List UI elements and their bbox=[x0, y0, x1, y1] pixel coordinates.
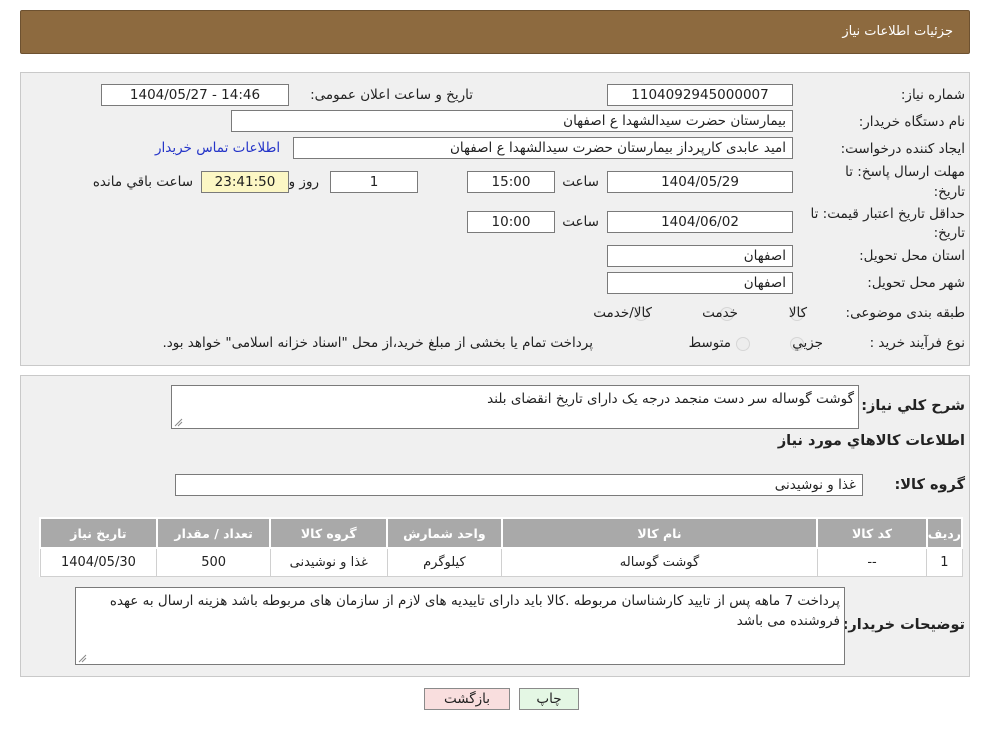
category-label: طبقه بندی موضوعی: bbox=[845, 305, 965, 321]
resize-grip-icon bbox=[174, 418, 183, 427]
announce-field: 1404/05/27 - 14:46 bbox=[101, 84, 289, 106]
cell-unit: کیلوگرم bbox=[386, 547, 503, 577]
col-row-number: رديف bbox=[925, 517, 964, 549]
col-unit: واحد شمارش bbox=[386, 517, 503, 549]
province-label: استان محل تحویل: bbox=[859, 248, 965, 264]
category-goods-label: کالا bbox=[788, 305, 807, 321]
process-minor-label: جزیي bbox=[792, 335, 823, 351]
treasury-note: پرداخت تمام یا بخشی از مبلغ خرید،از محل … bbox=[162, 335, 593, 351]
buyer-org-label: نام دستگاه خریدار: bbox=[858, 114, 965, 130]
col-group: گروه کالا bbox=[269, 517, 389, 549]
deadline-label: مهلت ارسال پاسخ: تا bbox=[845, 164, 965, 180]
description-text: گوشت گوساله سر دست منجمد درجه یک دارای ت… bbox=[487, 391, 854, 407]
validity-time-label: ساعت bbox=[562, 214, 599, 230]
announce-label: تاریخ و ساعت اعلان عمومی: bbox=[310, 87, 473, 103]
details-panel: شماره نیاز: 1104092945000007 تاریخ و ساع… bbox=[20, 72, 970, 366]
deadline-label-date: تاریخ: bbox=[933, 184, 965, 200]
group-field: غذا و نوشیدنی bbox=[175, 474, 863, 496]
items-panel: شرح کلي نياز: گوشت گوساله سر دست منجمد د… bbox=[20, 375, 970, 677]
need-number-label: شماره نیاز: bbox=[900, 87, 965, 103]
process-medium-radio[interactable] bbox=[736, 337, 750, 351]
process-label: نوع فرآیند خرید : bbox=[869, 335, 965, 351]
days-remaining-field: 1 bbox=[330, 171, 418, 193]
cell-group: غذا و نوشیدنی bbox=[269, 547, 388, 577]
days-label: روز و bbox=[288, 174, 319, 190]
description-textarea: گوشت گوساله سر دست منجمد درجه یک دارای ت… bbox=[171, 385, 859, 429]
deadline-date-field: 1404/05/29 bbox=[607, 171, 793, 193]
deadline-time-label: ساعت bbox=[562, 174, 599, 190]
cell-need-date: 1404/05/30 bbox=[39, 547, 158, 577]
remaining-time-field: 23:41:50 bbox=[201, 171, 289, 193]
cell-row-number: 1 bbox=[926, 547, 963, 577]
cell-quantity: 500 bbox=[156, 547, 271, 577]
creator-field: امید عابدی کارپرداز بیمارستان حضرت سیدال… bbox=[293, 137, 793, 159]
table-header-row: رديف کد کالا نام کالا واحد شمارش گروه کا… bbox=[39, 517, 964, 549]
print-button[interactable]: چاپ bbox=[519, 688, 579, 710]
items-section-title: اطلاعات کالاهاي مورد نياز bbox=[777, 433, 965, 449]
process-medium-label: متوسط bbox=[688, 335, 731, 351]
buyer-contact-link[interactable]: اطلاعات تماس خریدار bbox=[155, 140, 280, 156]
validity-label: حداقل تاریخ اعتبار قیمت: تا bbox=[810, 206, 965, 222]
col-quantity: تعداد / مقدار bbox=[155, 517, 272, 549]
need-number-field: 1104092945000007 bbox=[607, 84, 793, 106]
buyer-notes-label: توضیحات خریدار: bbox=[842, 617, 965, 633]
remaining-label: ساعت باقي مانده bbox=[92, 174, 193, 190]
col-item-name: نام کالا bbox=[500, 517, 819, 549]
group-label: گروه کالا: bbox=[894, 477, 965, 493]
buyer-notes-text: پرداخت 7 ماهه پس از تایید کارشناسان مربو… bbox=[109, 593, 840, 629]
col-need-date: تاریخ نیاز bbox=[39, 517, 158, 549]
cell-item-name: گوشت گوساله bbox=[501, 547, 818, 577]
cell-item-code: -- bbox=[816, 547, 928, 577]
buyer-notes-textarea: پرداخت 7 ماهه پس از تایید کارشناسان مربو… bbox=[75, 587, 845, 665]
province-field: اصفهان bbox=[607, 245, 793, 267]
page-title: جزئیات اطلاعات نیاز bbox=[842, 24, 953, 39]
col-item-code: کد کالا bbox=[816, 517, 928, 549]
category-service-label: خدمت bbox=[702, 305, 738, 321]
city-label: شهر محل تحویل: bbox=[867, 275, 965, 291]
validity-time-field: 10:00 bbox=[467, 211, 555, 233]
page-header: جزئیات اطلاعات نیاز bbox=[20, 10, 970, 54]
creator-label: ایجاد کننده درخواست: bbox=[840, 141, 965, 157]
items-table: رديف کد کالا نام کالا واحد شمارش گروه کا… bbox=[39, 517, 964, 577]
resize-grip-icon bbox=[78, 654, 87, 663]
buyer-org-field: بیمارستان حضرت سیدالشهدا ع اصفهان bbox=[231, 110, 793, 132]
validity-label-date: تاریخ: bbox=[933, 225, 965, 241]
category-goods-service-label: کالا/خدمت bbox=[593, 305, 652, 321]
city-field: اصفهان bbox=[607, 272, 793, 294]
deadline-time-field: 15:00 bbox=[467, 171, 555, 193]
validity-date-field: 1404/06/02 bbox=[607, 211, 793, 233]
back-button[interactable]: بازگشت bbox=[424, 688, 510, 710]
table-row[interactable]: 1 -- گوشت گوساله کیلوگرم غذا و نوشیدنی 5… bbox=[39, 547, 963, 577]
description-label: شرح کلي نياز: bbox=[861, 398, 965, 414]
